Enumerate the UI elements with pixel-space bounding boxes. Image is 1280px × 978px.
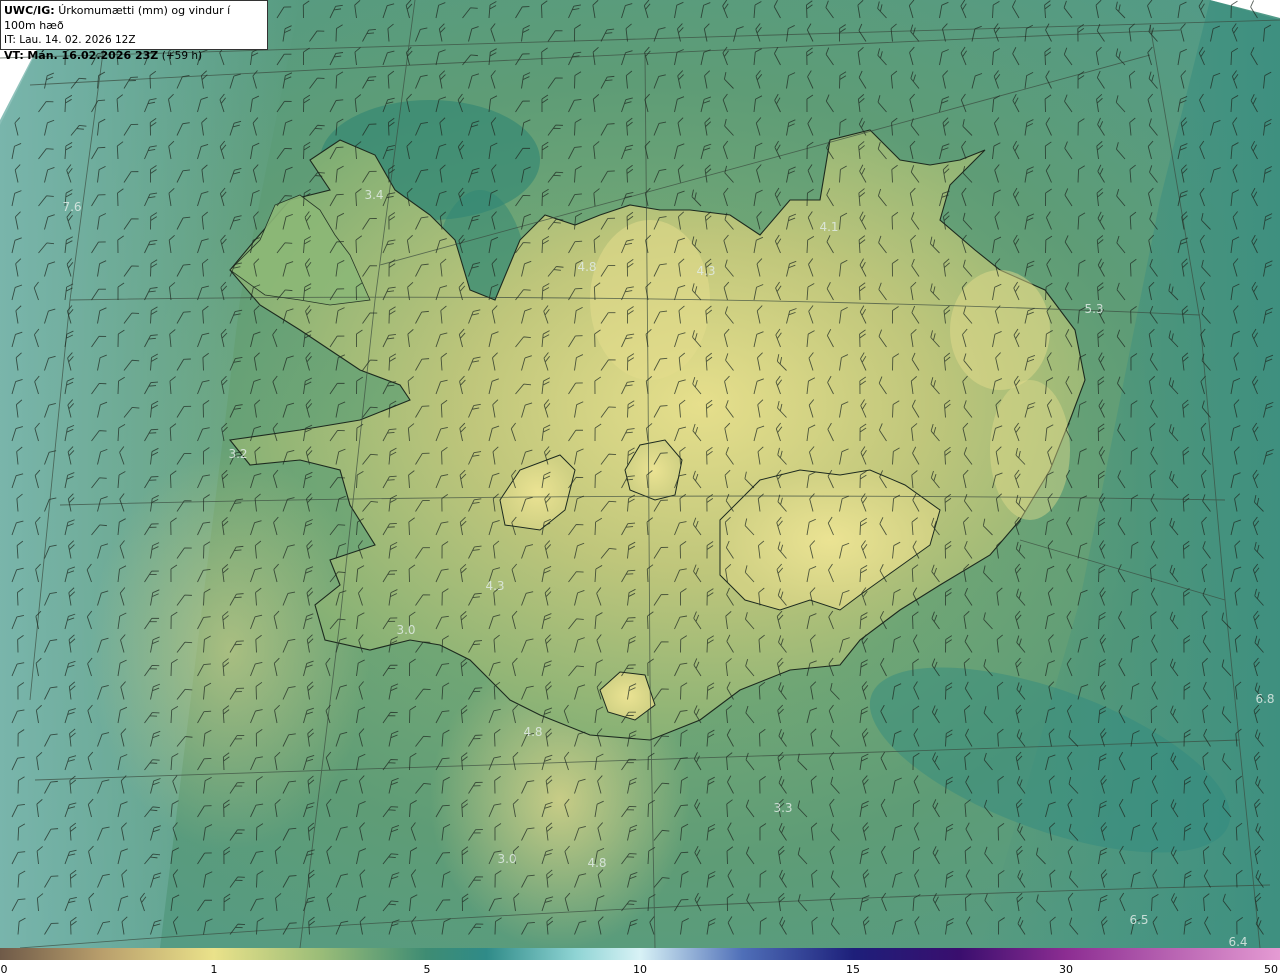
colorbar-tick: 1: [210, 963, 218, 976]
precipitation-colorbar: [0, 948, 1280, 960]
value-label: 5.3: [1084, 302, 1104, 316]
map-info-box: UWC/IG: Úrkomumætti (mm) og vindur í 100…: [0, 0, 268, 62]
valid-prefix: VT:: [4, 49, 24, 62]
colorbar-tick: 30: [1059, 963, 1073, 976]
value-label: 4.1: [819, 220, 839, 234]
colorbar-tick: 0: [0, 963, 8, 976]
init-time-line: IT: Lau. 14. 02. 2026 12Z: [4, 33, 264, 48]
value-label: 6.5: [1129, 913, 1149, 927]
value-label: 4.3: [485, 579, 505, 593]
value-label: 3.4: [364, 188, 384, 202]
value-label: 4.3: [696, 264, 716, 278]
value-label: 4.8: [577, 260, 597, 274]
value-label: 7.6: [62, 200, 82, 214]
value-label: 3.2: [228, 447, 248, 461]
value-label: 3.0: [497, 852, 517, 866]
value-label: 4.8: [523, 725, 543, 739]
title-line: UWC/IG: Úrkomumætti (mm) og vindur í 100…: [4, 3, 264, 33]
colorbar-tick: 5: [423, 963, 431, 976]
valid-time-line: VT: Mán. 16.02.2026 23Z (+59 h): [4, 48, 264, 64]
model-label: UWC/IG:: [4, 4, 55, 17]
lead-time: (+59 h): [161, 50, 203, 62]
init-prefix: IT:: [4, 34, 16, 46]
colorbar-tick: 50: [1264, 963, 1278, 976]
valid-time: Mán. 16.02.2026 23Z: [27, 49, 159, 62]
init-time: Lau. 14. 02. 2026 12Z: [19, 34, 136, 46]
value-label: 4.8: [587, 856, 607, 870]
value-label: 6.8: [1255, 692, 1275, 706]
precipitation-wind-map: [0, 0, 1280, 948]
colorbar-ticks: 0 1 5 10 15 30 50: [0, 960, 1280, 978]
colorbar-tick: 15: [846, 963, 860, 976]
value-label: 3.0: [396, 623, 416, 637]
value-label: 3.3: [773, 801, 793, 815]
value-label: 6.4: [1228, 935, 1248, 949]
colorbar-tick: 10: [633, 963, 647, 976]
